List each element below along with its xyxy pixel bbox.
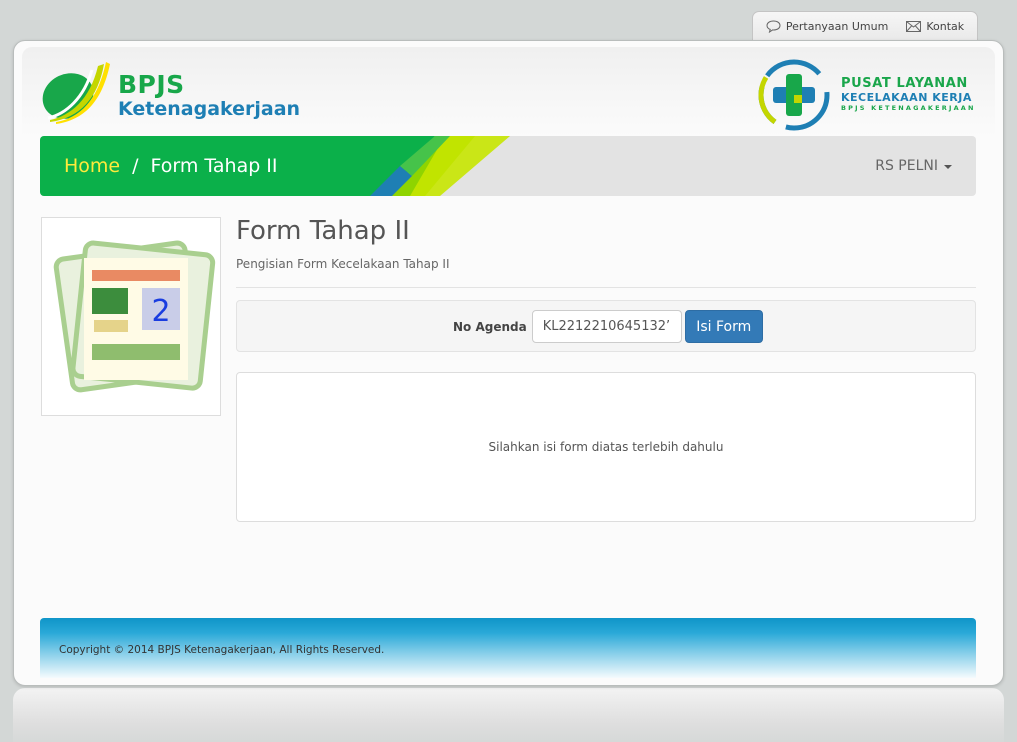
medical-cross-icon — [758, 59, 830, 131]
service-line3: BPJS KETENAGAKERJAAN — [841, 104, 976, 112]
user-menu-dropdown[interactable]: RS PELNI — [875, 136, 952, 196]
service-line2: KECELAKAAN KERJA — [841, 91, 972, 104]
page-title: Form Tahap II — [236, 216, 410, 246]
form-thumbnail: 2 — [41, 217, 221, 416]
caret-down-icon — [944, 165, 952, 169]
result-message: Silahkan isi form diatas terlebih dahulu — [488, 440, 724, 454]
page-subtitle: Pengisian Form Kecelakaan Tahap II — [236, 257, 450, 271]
bpjs-logo[interactable]: BPJS Ketenagakerjaan — [40, 58, 300, 124]
user-menu-label: RS PELNI — [875, 158, 938, 174]
top-links: Pertanyaan Umum Kontak — [752, 11, 978, 41]
contact-label: Kontak — [926, 20, 965, 33]
brand-line2: Ketenagakerjaan — [118, 98, 301, 120]
faq-link[interactable]: Pertanyaan Umum — [766, 20, 888, 33]
footer: Copyright © 2014 BPJS Ketenagakerjaan, A… — [40, 618, 976, 678]
service-line1: PUSAT LAYANAN — [841, 76, 968, 91]
breadcrumb-current: Form Tahap II — [150, 155, 278, 177]
envelope-icon — [906, 21, 922, 32]
agenda-label: No Agenda — [453, 319, 527, 334]
breadcrumb-home-link[interactable]: Home — [64, 155, 120, 177]
contact-link[interactable]: Kontak — [906, 20, 964, 33]
agenda-number-input[interactable]: KL2212210645132’ — [531, 310, 682, 343]
fill-form-button[interactable]: Isi Form — [684, 310, 763, 343]
divider — [236, 287, 976, 288]
thumbnail-number: 2 — [151, 294, 170, 329]
breadcrumb: Home / Form Tahap II — [64, 136, 278, 196]
result-panel: Silahkan isi form diatas terlebih dahulu — [236, 372, 976, 522]
bottom-shelf — [13, 688, 1004, 742]
copyright-text: Copyright © 2014 BPJS Ketenagakerjaan, A… — [59, 644, 385, 656]
brand-line1: BPJS — [118, 70, 185, 99]
speech-bubble-icon — [766, 20, 781, 33]
faq-label: Pertanyaan Umum — [785, 20, 889, 33]
main-content: Form Tahap II Pengisian Form Kecelakaan … — [236, 213, 976, 288]
form-document-icon: 2 — [53, 240, 216, 393]
agenda-form: No Agenda KL2212210645132’ Isi Form — [236, 300, 976, 352]
agenda-form-row: No Agenda KL2212210645132’ Isi Form — [453, 310, 763, 343]
bpjs-leaf-icon — [42, 62, 110, 124]
service-logo[interactable]: PUSAT LAYANAN KECELAKAAN KERJA BPJS KETE… — [757, 58, 976, 132]
breadcrumb-bar: Home / Form Tahap II RS PELNI — [40, 136, 976, 196]
breadcrumb-separator: / — [132, 155, 139, 177]
